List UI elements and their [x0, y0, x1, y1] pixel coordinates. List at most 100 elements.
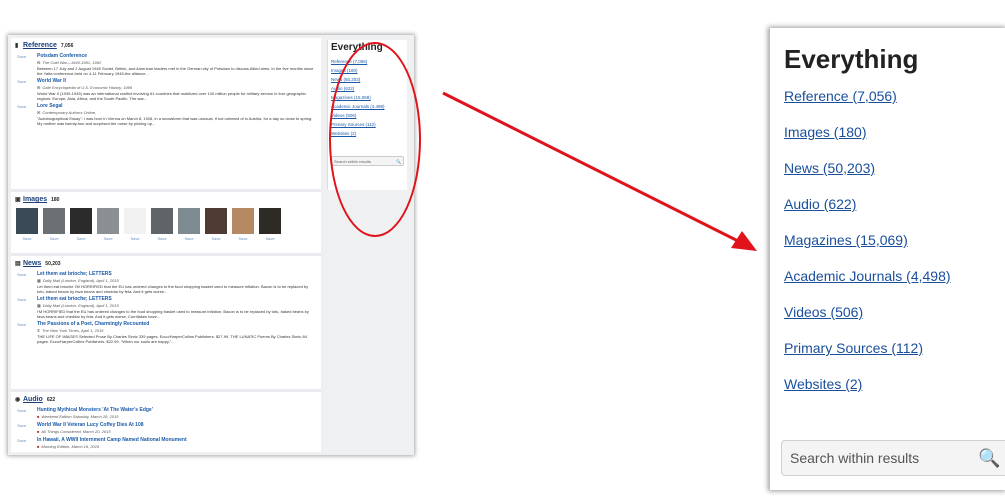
save-link[interactable]: Save: [97, 236, 119, 241]
image-thumbnail[interactable]: [232, 208, 254, 234]
save-link[interactable]: Save: [43, 236, 65, 241]
result-source: Weekend Edition Saturday, March 28, 2015: [41, 414, 119, 419]
result-item: Save Lore Segal ✉ Contemporary Authors On…: [15, 103, 317, 126]
image-thumbnail[interactable]: [70, 208, 92, 234]
facet-sidebar-zoomed: Everything Reference (7,056) Images (180…: [769, 28, 1005, 490]
news-count: 50,203: [45, 260, 61, 267]
facet-item-reference[interactable]: Reference (7,056): [784, 86, 1005, 122]
result-item: Save World War II ✉ Gale Encyclopedia of …: [15, 78, 317, 101]
save-link[interactable]: Save: [17, 79, 26, 84]
save-link[interactable]: Save: [16, 236, 38, 241]
image-thumbnail[interactable]: [97, 208, 119, 234]
save-link[interactable]: Save: [151, 236, 173, 241]
highlight-ellipse: [329, 42, 421, 237]
save-link[interactable]: Save: [259, 236, 281, 241]
result-source: Daily Mail (London, England), April 1, 2…: [42, 303, 119, 308]
reference-source-icon: ✉: [37, 110, 41, 115]
save-link[interactable]: Save: [17, 438, 26, 443]
image-thumbnail[interactable]: [205, 208, 227, 234]
audio-section: ◉ Audio 622 Save Hunting Mythical Monste…: [11, 392, 321, 452]
reference-source-icon: ✉: [37, 60, 41, 65]
news-header: ▤ News 50,203: [15, 258, 317, 269]
save-link[interactable]: Save: [17, 272, 26, 277]
images-section: ▣ Images 180 Save Save Save Save Save Save Sav…: [11, 192, 321, 253]
result-item: Save Hunting Mythical Monsters 'At The W…: [15, 407, 317, 420]
save-link[interactable]: Save: [17, 54, 26, 59]
save-link[interactable]: Save: [232, 236, 254, 241]
result-source: The New York Times, April 1, 2015: [41, 328, 104, 333]
audio-link[interactable]: Audio: [23, 396, 43, 403]
news-section: ▤ News 50,203 Save Let them eat brioche;…: [11, 256, 321, 389]
result-item: Save World War II Veteran Lucy Coffey Di…: [15, 422, 317, 435]
audio-count: 622: [46, 396, 56, 403]
result-title[interactable]: The Passions of a Poet, Charmingly Recou…: [37, 321, 317, 328]
result-title[interactable]: Lore Segal: [37, 103, 317, 110]
results-main-column: ▮ Reference 7,056 Save Potsdam Conferenc…: [11, 38, 321, 452]
speaker-icon: ◉: [15, 397, 21, 403]
image-thumbnail[interactable]: [43, 208, 65, 234]
facet-item-audio[interactable]: Audio (622): [784, 194, 1005, 230]
result-source: Morning Edition, March 16, 2015: [41, 444, 100, 449]
book-icon: ▮: [15, 43, 19, 49]
image-thumbnail[interactable]: [16, 208, 38, 234]
save-link[interactable]: Save: [17, 297, 26, 302]
images-link[interactable]: Images: [23, 196, 47, 203]
result-item: Save Potsdam Conference ✉ The Cold War—19…: [15, 53, 317, 76]
news-link[interactable]: News: [23, 260, 41, 267]
publisher-icon: ▦: [37, 278, 41, 283]
result-title[interactable]: Let them eat brioche; LETTERS: [37, 296, 317, 303]
facet-item-academic-journals[interactable]: Academic Journals (4,498): [784, 266, 1005, 302]
image-thumbnail[interactable]: [178, 208, 200, 234]
result-source: Gale Encyclopedia of U.S. Economic Histo…: [42, 85, 133, 90]
save-link[interactable]: Save: [17, 104, 26, 109]
result-title[interactable]: Let them eat brioche; LETTERS: [37, 271, 317, 278]
image-thumbnail[interactable]: [124, 208, 146, 234]
reference-header: ▮ Reference 7,056: [15, 40, 317, 51]
result-title[interactable]: World War II Veteran Lucy Coffey Dies At…: [37, 422, 317, 429]
reference-count: 7,056: [60, 42, 74, 49]
image-thumbnail[interactable]: [151, 208, 173, 234]
audio-header: ◉ Audio 622: [15, 394, 317, 405]
images-header: ▣ Images 180: [15, 194, 317, 205]
save-link[interactable]: Save: [17, 322, 26, 327]
result-item: Save The Passions of a Poet, Charmingly …: [15, 321, 317, 344]
save-link[interactable]: Save: [205, 236, 227, 241]
newspaper-icon: ▤: [15, 261, 21, 267]
npr-logo-icon: ■: [37, 414, 40, 419]
result-source: The Cold War—1945-1991, 1992: [42, 60, 102, 65]
image-save-links: Save Save Save Save Save Save Save Save Save Save: [15, 236, 317, 241]
image-thumbnails: [15, 208, 317, 234]
result-title[interactable]: Hunting Mythical Monsters 'At The Water'…: [37, 407, 317, 414]
save-link[interactable]: Save: [17, 408, 26, 413]
result-item: Save Let them eat brioche; LETTERS ▦ Dail…: [15, 271, 317, 294]
search-within-input[interactable]: Search within results 🔍: [781, 440, 1005, 476]
result-snippet: "Autobiographical Essay": I was born in …: [37, 116, 313, 126]
result-source: Contemporary Authors Online,: [42, 110, 97, 115]
save-link[interactable]: Save: [178, 236, 200, 241]
reference-section: ▮ Reference 7,056 Save Potsdam Conferenc…: [11, 38, 321, 189]
nyt-logo-icon: 𝔇: [37, 328, 40, 333]
result-source: Daily Mail (London, England), April 1, 2…: [42, 278, 119, 283]
save-link[interactable]: Save: [17, 423, 26, 428]
facet-item-videos[interactable]: Videos (506): [784, 302, 1005, 338]
images-count: 180: [51, 196, 60, 203]
search-icon[interactable]: 🔍: [978, 448, 1000, 469]
image-thumbnail[interactable]: [259, 208, 281, 234]
facet-item-news[interactable]: News (50,203): [784, 158, 1005, 194]
result-title[interactable]: In Hawaii, A WWII Internment Camp Named …: [37, 437, 317, 444]
result-title[interactable]: World War II: [37, 78, 317, 85]
facet-item-images[interactable]: Images (180): [784, 122, 1005, 158]
save-link[interactable]: Save: [70, 236, 92, 241]
save-link[interactable]: Save: [124, 236, 146, 241]
result-snippet: THE LIFE OF IMAGES Selected Prose By Cha…: [37, 334, 307, 344]
facet-item-magazines[interactable]: Magazines (15,069): [784, 230, 1005, 266]
image-icon: ▣: [15, 197, 21, 203]
result-snippet: World War II (1939-1945) was an internat…: [37, 91, 307, 101]
facet-item-websites[interactable]: Websites (2): [784, 374, 1005, 410]
results-page-screenshot: ▮ Reference 7,056 Save Potsdam Conferenc…: [8, 35, 421, 455]
result-snippet: Between 17 July and 2 August 1945 Soviet…: [37, 66, 314, 76]
facet-item-primary-sources[interactable]: Primary Sources (112): [784, 338, 1005, 374]
facet-list: Reference (7,056) Images (180) News (50,…: [770, 86, 1005, 410]
result-title[interactable]: Potsdam Conference: [37, 53, 317, 60]
reference-link[interactable]: Reference: [23, 42, 57, 49]
